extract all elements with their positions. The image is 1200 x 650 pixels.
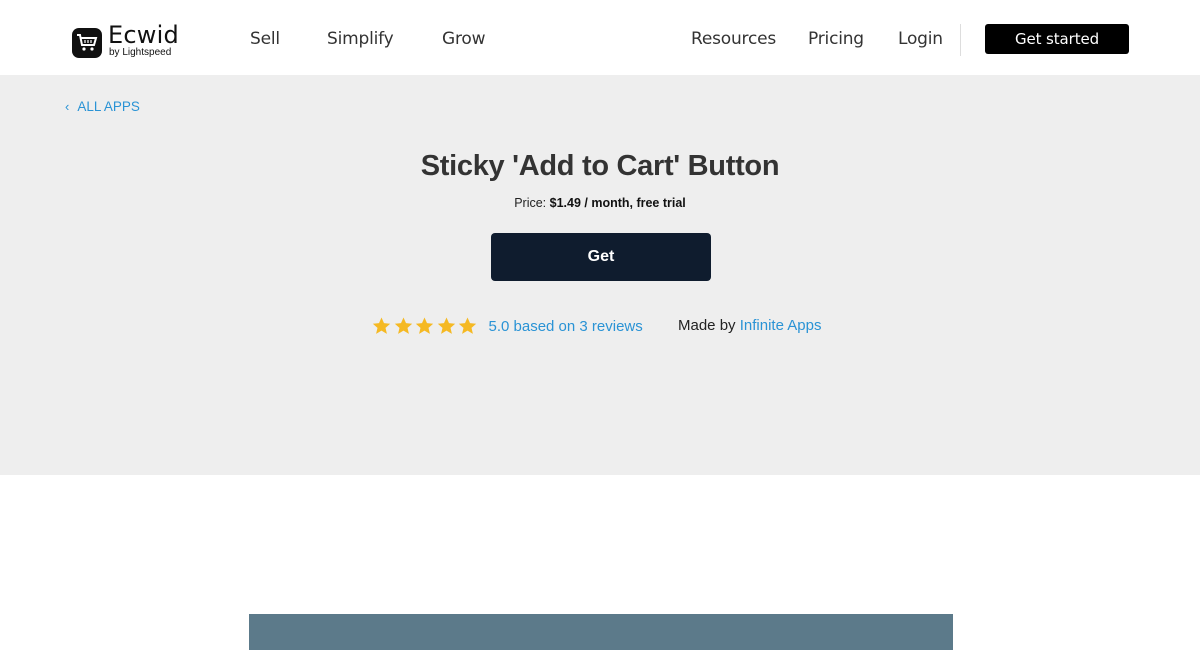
star-icon: [437, 317, 455, 334]
made-by-prefix: Made by: [678, 317, 736, 334]
rating-row: 5.0 based on 3 reviews: [371, 315, 643, 337]
all-apps-label: ALL APPS: [77, 99, 140, 114]
get-started-button[interactable]: Get started: [985, 24, 1129, 54]
nav-resources[interactable]: Resources: [691, 29, 776, 49]
site-header: Ecwid by Lightspeed Sell Simplify Grow R…: [0, 0, 1200, 75]
star-icon: [394, 317, 412, 334]
made-by: Made by Infinite Apps: [678, 317, 821, 334]
price-line: Price: $1.49 / month, free trial: [0, 196, 1200, 210]
rating-stars: [371, 316, 479, 336]
star-icon: [415, 317, 434, 334]
reviews-link[interactable]: 5.0 based on 3 reviews: [489, 318, 643, 335]
cart-logo-icon: [72, 28, 102, 58]
nav-login[interactable]: Login: [898, 29, 943, 49]
price-prefix: Price:: [514, 196, 547, 210]
get-app-button[interactable]: Get: [491, 233, 711, 281]
ecwid-logo[interactable]: Ecwid by Lightspeed: [72, 20, 179, 59]
developer-link[interactable]: Infinite Apps: [740, 317, 822, 334]
nav-sell[interactable]: Sell: [250, 29, 280, 49]
nav-pricing[interactable]: Pricing: [808, 29, 864, 49]
app-hero: ‹ ALL APPS Sticky 'Add to Cart' Button P…: [0, 75, 1200, 475]
star-icon: [372, 317, 391, 334]
star-icon: [458, 317, 477, 334]
logo-name: Ecwid: [108, 20, 179, 49]
page-title: Sticky 'Add to Cart' Button: [420, 150, 780, 182]
nav-simplify[interactable]: Simplify: [327, 29, 394, 49]
nav-grow[interactable]: Grow: [442, 29, 485, 49]
logo-subtitle: by Lightspeed: [109, 46, 172, 58]
app-preview-image: [249, 614, 953, 650]
chevron-left-icon: ‹: [65, 99, 70, 114]
price-value: $1.49 / month, free trial: [549, 196, 686, 210]
all-apps-link[interactable]: ‹ ALL APPS: [65, 99, 140, 114]
nav-divider: [960, 24, 961, 56]
